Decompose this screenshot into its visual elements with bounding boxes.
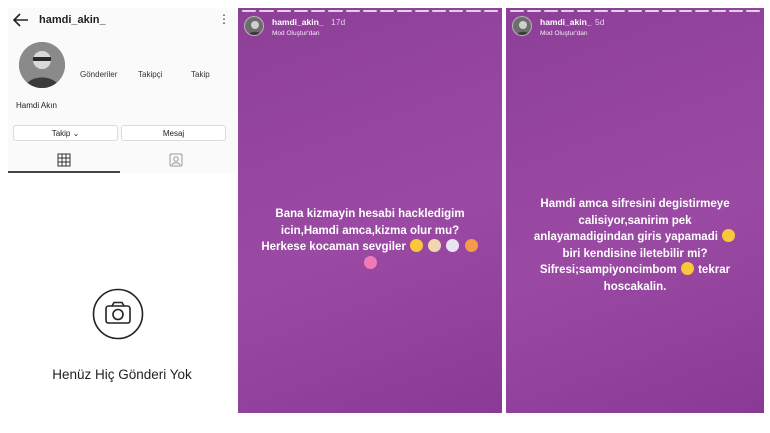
stat-following[interactable]: Takip: [191, 70, 210, 79]
fox-emoji-icon: [464, 239, 478, 252]
story-line: Bana kizmayin hesabi hackledigim: [275, 208, 465, 220]
story-time: 17d: [331, 17, 346, 27]
angel-emoji-icon: [428, 239, 442, 252]
empty-posts-area: Henüz Hiç Gönderi Yok: [8, 173, 236, 413]
stat-followers[interactable]: Takipçi: [138, 70, 162, 79]
camera-icon: [92, 288, 144, 340]
empty-posts-text: Henüz Hiç Gönderi Yok: [52, 367, 192, 382]
profile-header: hamdi_akin_ ⋮: [8, 8, 236, 34]
story-avatar[interactable]: [512, 16, 532, 36]
message-button[interactable]: Mesaj: [121, 125, 226, 141]
grid-icon[interactable]: [57, 153, 71, 167]
story-time: 5d: [595, 17, 605, 27]
story-line: Hamdi amca sifresini degistirmeye: [540, 198, 730, 210]
story-progress-bar: [242, 10, 498, 12]
story-screen-1[interactable]: hamdi_akin_ 17d Mod Oluştur'dan Bana kiz…: [238, 8, 502, 413]
story-text: Hamdi amca sifresini degistirmeye calisi…: [506, 196, 764, 295]
flower-emoji-icon: [363, 255, 377, 269]
profile-username: hamdi_akin_: [39, 14, 106, 26]
grin-emoji-icon: [722, 229, 736, 242]
story-subtitle: Mod Oluştur'dan: [540, 30, 588, 37]
story-line: Sifresi;sampiyoncimbom: [539, 264, 677, 276]
back-arrow-icon[interactable]: [12, 10, 30, 30]
story-line: calisiyor,sanirim pek: [578, 214, 692, 227]
tagged-icon[interactable]: [169, 153, 183, 167]
story-line: Herkese kocaman sevgiler: [261, 241, 406, 253]
story-line-suffix: tekrar: [698, 264, 731, 276]
rabbit-emoji-icon: [446, 239, 460, 252]
story-line: biri kendisine iletebilir mi?: [562, 247, 708, 260]
story-username[interactable]: hamdi_akin_: [540, 17, 592, 27]
story-subtitle: Mod Oluştur'dan: [272, 30, 320, 37]
profile-full-name: Hamdi Akın: [16, 101, 57, 110]
follow-button[interactable]: Takip ⌄: [13, 125, 118, 141]
story-avatar[interactable]: [244, 16, 264, 36]
story-text: Bana kizmayin hesabi hackledigim icin,Ha…: [238, 206, 502, 272]
smiley-emoji-icon: [410, 239, 424, 252]
grin-emoji-icon: [680, 262, 694, 275]
avatar[interactable]: [19, 42, 65, 88]
story-line: anlayamadigindan giris yapamadi: [533, 231, 718, 243]
profile-screen: hamdi_akin_ ⋮ Gönderiler Takipçi Takip H…: [8, 8, 236, 413]
stat-posts[interactable]: Gönderiler: [80, 70, 117, 79]
story-progress-bar: [510, 10, 760, 12]
story-screen-2[interactable]: hamdi_akin_ 5d Mod Oluştur'dan Hamdi amc…: [506, 8, 764, 413]
more-options-icon[interactable]: ⋮: [218, 13, 230, 25]
story-line: icin,Hamdi amca,kizma olur mu?: [280, 224, 460, 237]
story-line: hoscakalin.: [603, 280, 667, 293]
story-username[interactable]: hamdi_akin_: [272, 17, 324, 27]
